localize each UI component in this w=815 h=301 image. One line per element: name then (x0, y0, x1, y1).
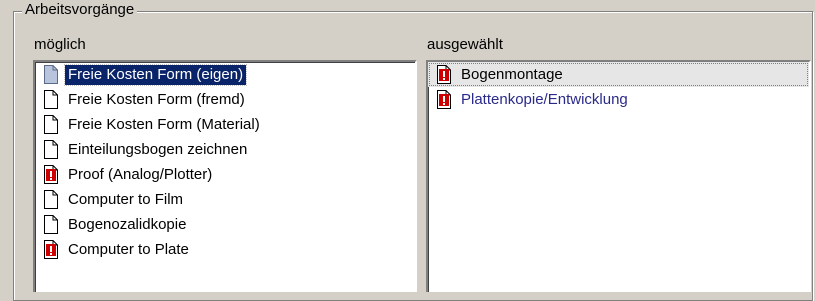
document-icon (44, 140, 58, 159)
list-item-label: Bogenozalidkopie (68, 215, 187, 233)
available-label: möglich (34, 36, 86, 53)
selected-list[interactable]: Bogenmontage Plattenkopie/Entwicklung (426, 60, 811, 292)
list-item[interactable]: Computer to Plate (35, 237, 415, 262)
list-item-label: Freie Kosten Form (eigen) (63, 63, 248, 86)
list-item-label: Computer to Plate (68, 240, 189, 258)
list-item-label: Proof (Analog/Plotter) (68, 165, 213, 183)
list-item-label: Plattenkopie/Entwicklung (461, 90, 628, 108)
list-item[interactable]: Einteilungsbogen zeichnen (35, 137, 415, 162)
available-list[interactable]: Freie Kosten Form (eigen) Freie Kosten F… (33, 60, 417, 292)
list-item-label: Einteilungsbogen zeichnen (68, 140, 248, 158)
document-icon (44, 215, 58, 234)
document-icon (44, 90, 58, 109)
document-icon (44, 65, 58, 84)
list-item[interactable]: Plattenkopie/Entwicklung (428, 87, 809, 112)
selected-label: ausgewählt (427, 36, 503, 53)
document-icon (44, 190, 58, 209)
list-item-label: Computer to Film (68, 190, 184, 208)
list-item-label: Bogenmontage (461, 65, 563, 83)
warning-document-icon (437, 65, 451, 84)
list-item[interactable]: Freie Kosten Form (Material) (35, 112, 415, 137)
list-item[interactable]: Freie Kosten Form (fremd) (35, 87, 415, 112)
groupbox-title: Arbeitsvorgänge (22, 1, 138, 19)
list-item[interactable]: Proof (Analog/Plotter) (35, 162, 415, 187)
document-icon (44, 115, 58, 134)
warning-document-icon (44, 240, 58, 259)
list-item[interactable]: Computer to Film (35, 187, 415, 212)
list-item[interactable]: Freie Kosten Form (eigen) (35, 62, 415, 87)
list-item[interactable]: Bogenozalidkopie (35, 212, 415, 237)
list-item-label: Freie Kosten Form (Material) (68, 115, 260, 133)
warning-document-icon (44, 165, 58, 184)
warning-document-icon (437, 90, 451, 109)
list-item[interactable]: Bogenmontage (428, 62, 809, 87)
list-item-label: Freie Kosten Form (fremd) (68, 90, 245, 108)
